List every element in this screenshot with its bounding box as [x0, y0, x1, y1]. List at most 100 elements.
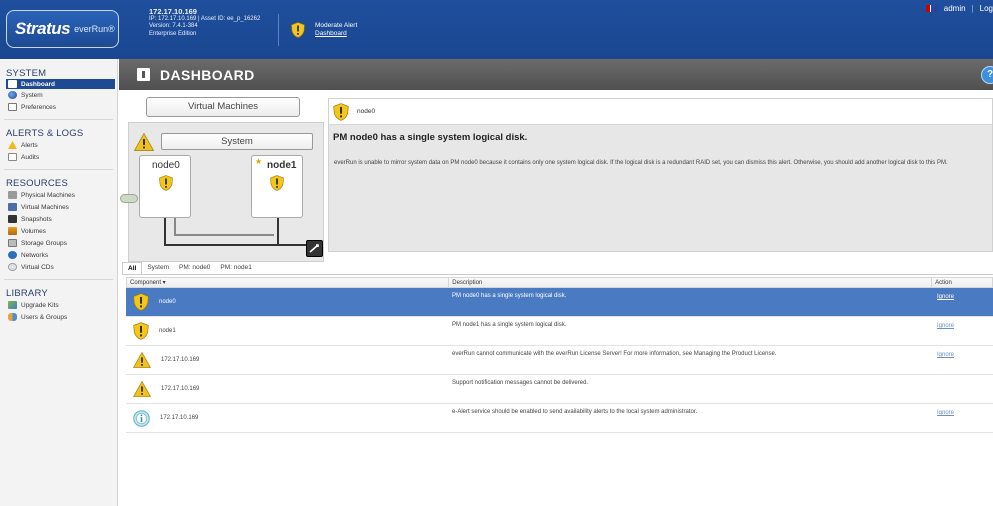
- sidebar-item-label: Volumes: [21, 227, 46, 235]
- sidebar-item-label: Audits: [21, 153, 40, 161]
- table-row[interactable]: 172.17.10.169 Support notification messa…: [126, 375, 993, 404]
- sidebar-item-storage-groups[interactable]: Storage Groups: [0, 237, 117, 249]
- row-description: PM node1 has a single system logical dis…: [452, 322, 567, 328]
- sidebar-item-networks[interactable]: Networks: [0, 249, 117, 261]
- ignore-link[interactable]: Ignore: [937, 410, 954, 416]
- table-row[interactable]: 172.17.10.169 e-Alert service should be …: [126, 404, 993, 433]
- sidebar-item-virtual-machines[interactable]: Virtual Machines: [0, 201, 117, 213]
- server-icon: [8, 191, 17, 199]
- preferences-icon: [8, 103, 17, 111]
- info-icon: [133, 409, 150, 427]
- host-ip: 172.17.10.169: [149, 7, 197, 16]
- sidebar-item-label: Networks: [21, 251, 49, 259]
- sidebar-item-volumes[interactable]: Volumes: [0, 225, 117, 237]
- node0-cable: [164, 218, 166, 246]
- sidebar-item-label: System: [21, 91, 43, 99]
- header-alert[interactable]: Moderate Alert Dashboard: [291, 22, 357, 38]
- alert-detail-body: everRun is unable to mirror system data …: [334, 160, 948, 166]
- system-info: 172.17.10.169 IP: 172.17.10.169 | Asset …: [149, 8, 260, 38]
- sidebar-section-alerts: ALERTS & LOGS: [6, 128, 84, 139]
- sidebar-item-physical-machines[interactable]: Physical Machines: [0, 189, 117, 201]
- row-description: PM node0 has a single system logical dis…: [452, 293, 567, 299]
- warning-icon: [8, 141, 17, 149]
- ignore-link[interactable]: Ignore: [937, 294, 954, 300]
- virtual-machines-button[interactable]: Virtual Machines: [146, 97, 300, 117]
- sidebar-item-alerts[interactable]: Alerts: [0, 139, 117, 151]
- dashboard-icon: [8, 80, 17, 88]
- vm-icon: [8, 203, 17, 211]
- product-name: everRun®: [74, 24, 115, 34]
- sidebar-item-label: Dashboard: [21, 80, 55, 88]
- tab-pm-node1[interactable]: PM: node1: [215, 262, 256, 274]
- row-component: node0: [159, 299, 176, 305]
- warning-icon: [133, 352, 151, 368]
- sidebar-divider: [4, 169, 113, 170]
- brand-name: Stratus: [15, 19, 71, 38]
- shield-alert-icon: [270, 175, 284, 191]
- globe-icon: [8, 91, 17, 99]
- sidebar-item-label: Preferences: [21, 103, 57, 111]
- everrun-dashboard-window: { "header": { "brand": "Stratus", "produ…: [0, 0, 993, 506]
- volume-icon: [8, 227, 17, 235]
- cloud-icon: [120, 194, 138, 203]
- row-component: 172.17.10.169: [161, 357, 200, 363]
- tab-system[interactable]: System: [142, 262, 174, 274]
- sidebar-section-resources: RESOURCES: [6, 178, 68, 189]
- star-icon: ★: [255, 157, 263, 166]
- sidebar-item-virtual-cds[interactable]: Virtual CDs: [0, 261, 117, 273]
- sidebar-item-label: Upgrade Kits: [21, 301, 59, 309]
- system-button[interactable]: System: [161, 133, 313, 150]
- sidebar-item-label: Virtual CDs: [21, 263, 54, 271]
- sidebar-item-dashboard[interactable]: Dashboard: [6, 79, 115, 89]
- sidebar-item-users-groups[interactable]: Users & Groups: [0, 311, 117, 323]
- upgrade-icon: [8, 301, 17, 309]
- sidebar-divider: [4, 119, 113, 120]
- alert-filter-tabs: All System PM: node0 PM: node1: [122, 262, 257, 274]
- edition-line: Enterprise Edition: [149, 30, 197, 37]
- help-icon[interactable]: ?: [981, 66, 993, 84]
- column-description[interactable]: Description: [449, 278, 933, 287]
- tab-pm-node0[interactable]: PM: node0: [174, 262, 215, 274]
- sidebar-item-audits[interactable]: Audits: [0, 151, 117, 163]
- column-action: Action: [935, 280, 952, 286]
- alert-detail-header: node0: [329, 99, 992, 125]
- warning-icon: [134, 133, 154, 151]
- tab-all[interactable]: All: [122, 262, 143, 274]
- stratus-logo: Stratus everRun®: [6, 10, 119, 48]
- node0-label: node0: [152, 160, 180, 171]
- alert-detail-panel: node0 PM node0 has a single system logic…: [328, 98, 993, 252]
- node0-box[interactable]: node0: [139, 155, 191, 218]
- table-row[interactable]: 172.17.10.169 everRun cannot communicate…: [126, 346, 993, 375]
- row-component: 172.17.10.169: [160, 415, 199, 421]
- ip-asset-line: IP: 172.17.10.169 | Asset ID: ee_p_16262: [149, 15, 261, 22]
- version-line: Version: 7.4.1-384: [149, 23, 198, 29]
- sync-icon[interactable]: [306, 240, 323, 257]
- sidebar-item-preferences[interactable]: Preferences: [0, 101, 117, 113]
- sidebar-item-snapshots[interactable]: Snapshots: [0, 213, 117, 225]
- ignore-link[interactable]: Ignore: [937, 352, 954, 358]
- alerts-table: Component ▾ Description Action node0 PM …: [126, 277, 993, 433]
- node1-box[interactable]: ★ node1: [251, 155, 303, 218]
- row-description: everRun cannot communicate with the ever…: [452, 351, 777, 357]
- logout-link[interactable]: Log: [980, 4, 993, 13]
- sidebar-item-system[interactable]: System: [0, 89, 117, 101]
- network-icon: [8, 251, 17, 259]
- page-title: DASHBOARD: [160, 66, 255, 83]
- header-divider: [278, 14, 279, 46]
- sidebar-item-label: Users & Groups: [21, 313, 68, 321]
- node1-label: node1: [267, 160, 297, 171]
- shield-alert-icon: [159, 175, 173, 191]
- table-row[interactable]: node1 PM node1 has a single system logic…: [126, 317, 993, 346]
- user-bar: admin | Log: [925, 4, 993, 13]
- username[interactable]: admin: [944, 4, 966, 13]
- sidebar-item-upgrade-kits[interactable]: Upgrade Kits: [0, 299, 117, 311]
- row-description: Support notification messages cannot be …: [452, 380, 589, 386]
- camera-icon: [8, 215, 17, 223]
- shield-alert-icon: [291, 22, 305, 38]
- ignore-link[interactable]: Ignore: [937, 323, 954, 329]
- alert-dashboard-link[interactable]: Dashboard: [315, 30, 357, 38]
- column-component[interactable]: Component ▾: [127, 278, 450, 287]
- document-icon: [8, 153, 17, 161]
- user-separator: |: [971, 4, 974, 13]
- table-row[interactable]: node0 PM node0 has a single system logic…: [126, 288, 993, 317]
